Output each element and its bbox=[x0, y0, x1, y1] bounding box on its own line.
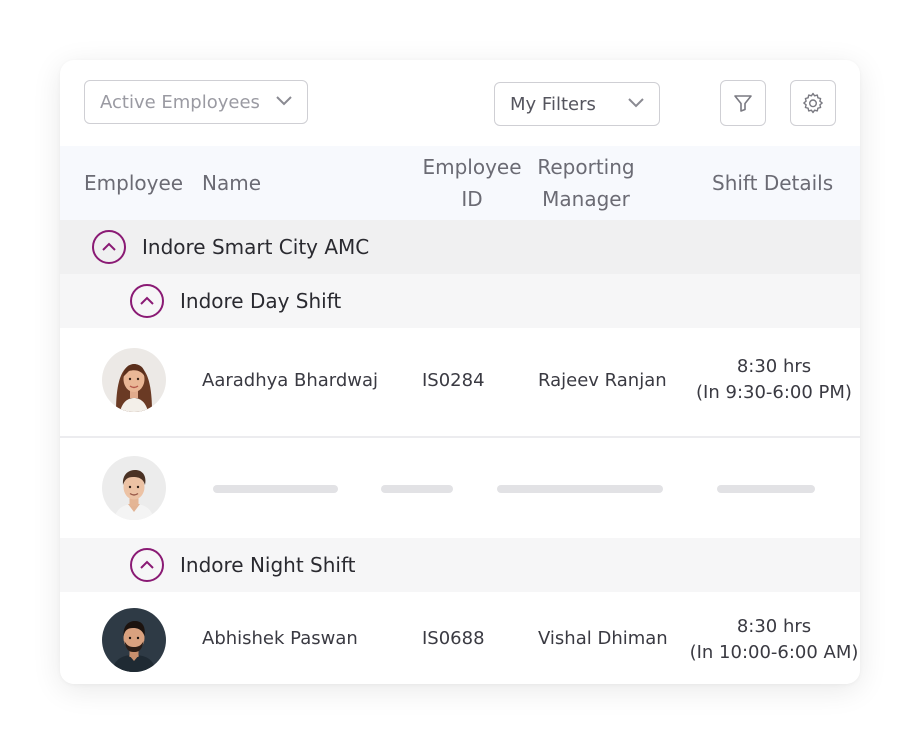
my-filters-value: My Filters bbox=[510, 93, 596, 115]
employee-name: Abhishek Paswan bbox=[202, 628, 358, 649]
employee-status-value: Active Employees bbox=[100, 91, 260, 113]
skeleton-bar bbox=[497, 485, 663, 493]
skeleton-bar bbox=[213, 485, 338, 493]
employee-name: Aaradhya Bhardwaj bbox=[202, 370, 379, 391]
gear-icon bbox=[803, 92, 823, 114]
shift-hours: 8:30 hrs bbox=[736, 616, 812, 637]
group-row-city: Indore Smart City AMC bbox=[60, 220, 860, 274]
table-header: Employee Name Employee ID Reporting Mana… bbox=[60, 146, 860, 220]
shift-details: 8:30 hrs (In 9:30-6:00 PM) bbox=[688, 354, 860, 406]
group-label-city: Indore Smart City AMC bbox=[142, 235, 370, 259]
collapse-toggle-button[interactable] bbox=[130, 548, 164, 582]
my-filters-select[interactable]: My Filters bbox=[494, 82, 660, 126]
skeleton-bar bbox=[717, 485, 815, 493]
header-employee-id-line1: Employee bbox=[422, 155, 522, 179]
chevron-down-icon bbox=[276, 96, 292, 106]
header-name: Name bbox=[202, 171, 262, 195]
filter-button[interactable] bbox=[720, 80, 766, 126]
header-employee-id: Employee ID bbox=[420, 151, 524, 215]
employee-id: IS0284 bbox=[422, 370, 485, 391]
header-manager-line1: Reporting bbox=[537, 155, 635, 179]
reporting-manager: Rajeev Ranjan bbox=[538, 370, 667, 391]
header-manager-line2: Manager bbox=[542, 187, 630, 211]
shift-hours: 8:30 hrs bbox=[736, 356, 812, 377]
shift-details: 8:30 hrs (In 10:00-6:00 AM) bbox=[688, 614, 860, 666]
settings-button[interactable] bbox=[790, 80, 836, 126]
table-row-loading bbox=[60, 440, 860, 538]
avatar bbox=[102, 608, 166, 672]
header-employee: Employee bbox=[84, 171, 184, 195]
employee-id: IS0688 bbox=[422, 628, 485, 649]
group-row-night-shift: Indore Night Shift bbox=[60, 538, 860, 592]
group-label-night-shift: Indore Night Shift bbox=[180, 553, 356, 577]
reporting-manager: Vishal Dhiman bbox=[538, 628, 668, 649]
shift-range: (In 10:00-6:00 AM) bbox=[689, 642, 859, 663]
chevron-up-icon bbox=[140, 296, 154, 305]
skeleton-bar bbox=[381, 485, 453, 493]
shift-range: (In 9:30-6:00 PM) bbox=[696, 382, 852, 403]
avatar bbox=[102, 348, 166, 412]
filter-icon bbox=[734, 95, 752, 112]
chevron-down-icon bbox=[628, 98, 644, 108]
table-row[interactable]: Abhishek Paswan IS0688 Vishal Dhiman 8:3… bbox=[60, 592, 860, 684]
collapse-toggle-button[interactable] bbox=[92, 230, 126, 264]
header-shift-details: Shift Details bbox=[712, 171, 834, 195]
header-reporting-manager: Reporting Manager bbox=[530, 151, 642, 215]
employee-status-select[interactable]: Active Employees bbox=[84, 80, 308, 124]
group-label-day-shift: Indore Day Shift bbox=[180, 289, 342, 313]
chevron-up-icon bbox=[102, 242, 116, 251]
collapse-toggle-button[interactable] bbox=[130, 284, 164, 318]
header-employee-id-line2: ID bbox=[461, 187, 483, 211]
avatar bbox=[102, 456, 166, 520]
group-row-day-shift: Indore Day Shift bbox=[60, 274, 860, 328]
employee-table-card: Active Employees My Filters Employee Nam… bbox=[60, 60, 860, 684]
table-row[interactable]: Aaradhya Bhardwaj IS0284 Rajeev Ranjan 8… bbox=[60, 328, 860, 438]
chevron-up-icon bbox=[140, 560, 154, 569]
